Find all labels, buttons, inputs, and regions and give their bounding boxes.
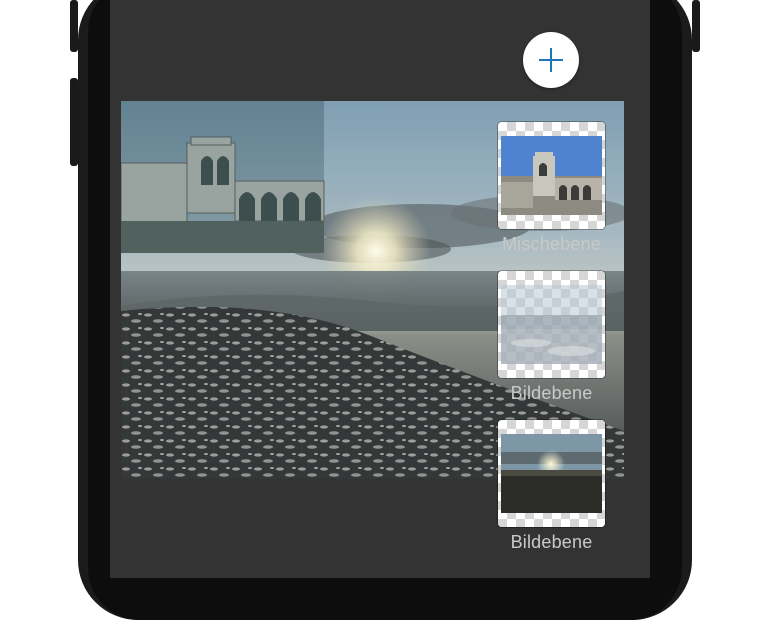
app-screen: Mischebene Bildebene Bildebene <box>110 0 650 578</box>
phone-side-button <box>70 0 78 52</box>
layer-label: Bildebene <box>510 383 593 403</box>
layer-thumbnail <box>498 271 605 378</box>
sea-thumbnail-icon <box>501 285 602 364</box>
add-layer-button[interactable] <box>523 32 579 88</box>
layer-label: Bildebene <box>510 532 593 552</box>
phone-power-button <box>692 0 700 52</box>
layer-thumbnail <box>498 122 605 229</box>
layer-label: Mischebene <box>501 234 602 254</box>
plus-icon <box>539 48 563 72</box>
layer-thumbnail <box>498 420 605 527</box>
layer-item[interactable]: Mischebene <box>498 122 605 255</box>
phone-volume-button <box>70 78 78 166</box>
building-thumbnail-icon <box>501 136 602 215</box>
layer-item[interactable]: Bildebene <box>498 271 605 404</box>
layer-item[interactable]: Bildebene <box>498 420 605 553</box>
sunset-thumbnail-icon <box>501 434 602 513</box>
